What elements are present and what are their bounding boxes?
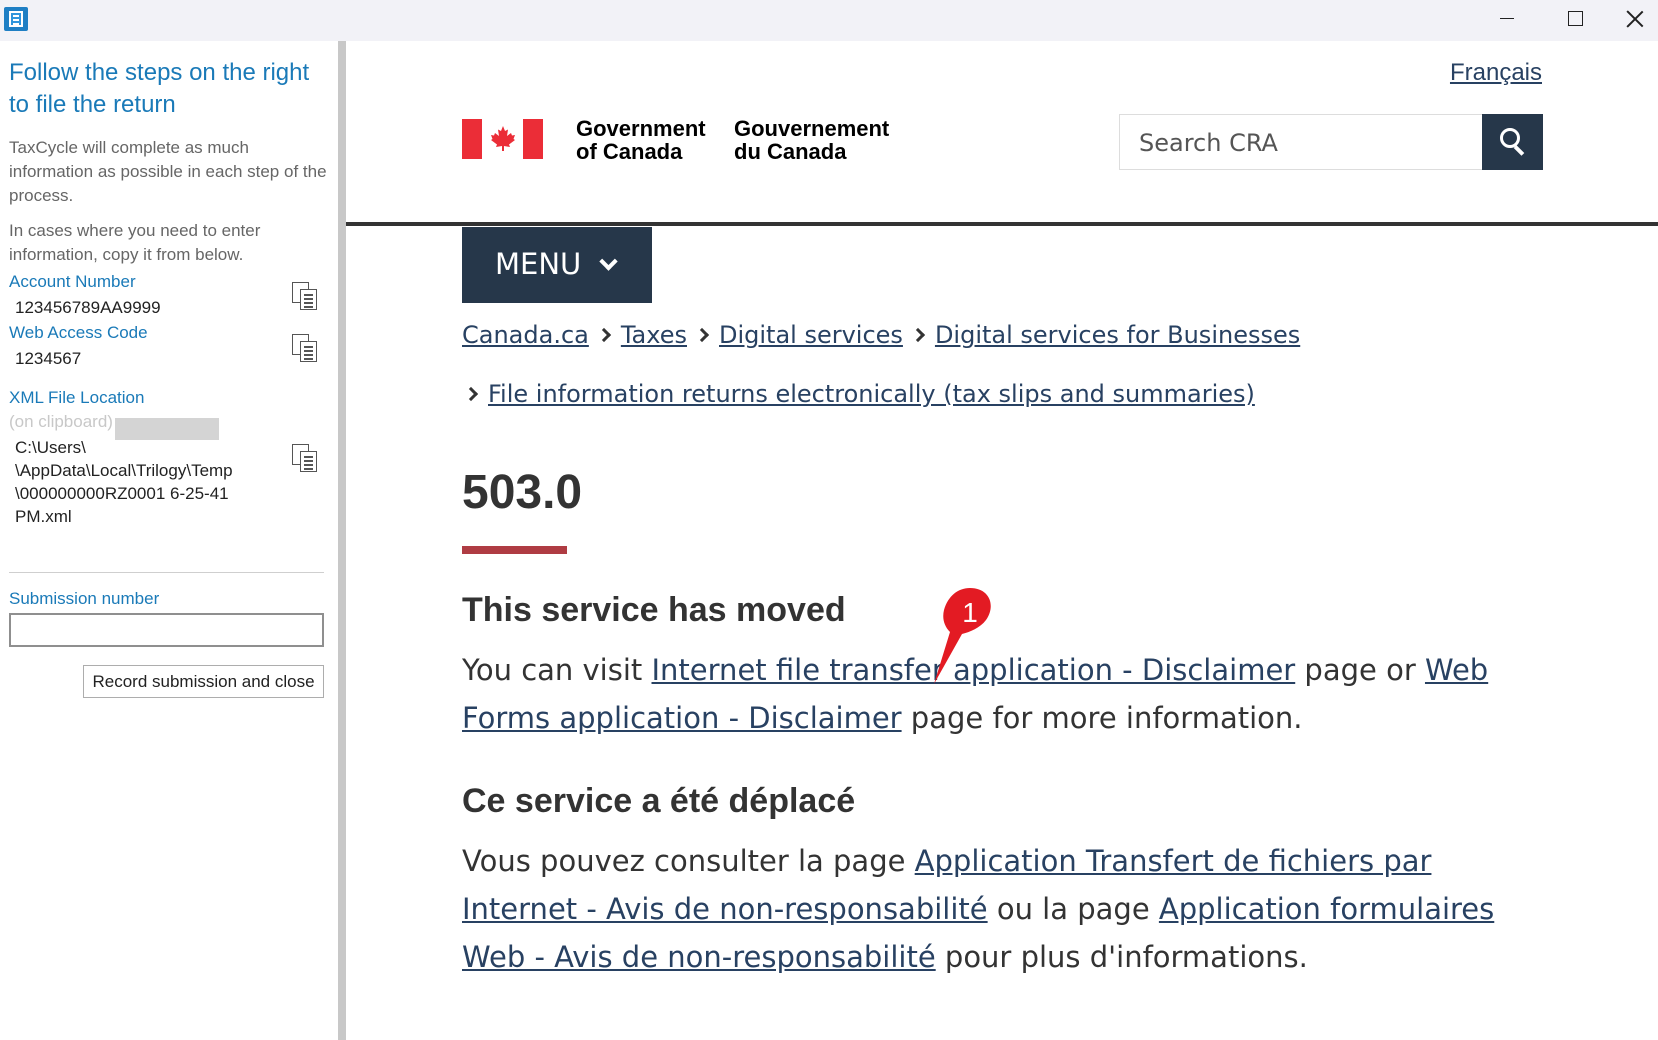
breadcrumb-digital-services-businesses[interactable]: Digital services for Businesses [935, 321, 1300, 349]
xml-file-location-label: XML File Location [9, 388, 145, 407]
header-rule [346, 222, 1658, 226]
chevron-right-icon [910, 327, 926, 343]
close-icon[interactable] [1612, 0, 1658, 38]
intro-text: TaxCycle will complete as much informati… [9, 138, 327, 205]
web-access-code-value: 1234567 [15, 349, 82, 368]
copy-xml-path-icon[interactable] [290, 443, 318, 473]
browser-content: Français Government of Canada Gouverneme… [346, 41, 1658, 1040]
panel-heading: Follow the steps on the right to file th… [9, 59, 310, 118]
french-paragraph: Vous pouvez consulter la page Applicatio… [462, 844, 1495, 974]
search-input[interactable]: Search CRA [1119, 114, 1484, 170]
gouvernement-du-canada-signature[interactable]: Gouvernement du Canada [734, 117, 889, 163]
copy-account-number-icon[interactable] [290, 281, 318, 311]
breadcrumb-second-line: File information returns electronically … [462, 380, 1255, 408]
redacted-username [115, 418, 219, 440]
xml-path-line-4: PM.xml [15, 507, 72, 526]
chevron-down-icon [599, 252, 618, 271]
annotation-pin-icon: 1 [934, 588, 991, 684]
xml-path-line-2: \AppData\Local\Trilogy\Temp [15, 461, 233, 480]
panel-divider [9, 572, 324, 573]
breadcrumb-digital-services[interactable]: Digital services [719, 321, 903, 349]
search-button[interactable] [1482, 114, 1543, 170]
taxcycle-app-icon[interactable] [4, 7, 28, 31]
maximize-icon[interactable] [1552, 0, 1598, 38]
submission-number-input[interactable] [9, 613, 324, 647]
english-paragraph: You can visit Internet file transfer app… [462, 653, 1489, 735]
submission-number-label: Submission number [9, 589, 160, 608]
chevron-right-icon [463, 386, 479, 402]
xml-path-line-3: \000000000RZ0001 6-25-41 [15, 484, 229, 503]
title-bar [0, 0, 1658, 41]
account-number-label: Account Number [9, 272, 136, 291]
minimize-icon[interactable] [1484, 0, 1530, 38]
menu-button[interactable]: MENU [462, 227, 652, 303]
chevron-right-icon [596, 327, 611, 343]
breadcrumb-taxes[interactable]: Taxes [621, 321, 687, 349]
french-heading: Ce service a été déplacé [462, 782, 856, 820]
annotation-number: 1 [962, 597, 978, 628]
record-submission-button[interactable]: Record submission and close [83, 665, 324, 698]
breadcrumb-canada[interactable]: Canada.ca [462, 321, 589, 349]
page-title: 503.0 [462, 466, 583, 519]
panel-splitter[interactable] [338, 41, 346, 1040]
breadcrumb: Canada.ca Taxes Digital services Digital se… [462, 321, 1300, 349]
breadcrumb-file-information-returns[interactable]: File information returns electronically … [488, 380, 1255, 408]
language-toggle-link[interactable]: Français [1450, 59, 1542, 87]
copy-web-access-code-icon[interactable] [290, 333, 318, 363]
chevron-right-icon [694, 327, 710, 343]
title-underline [462, 546, 567, 554]
english-heading: This service has moved [462, 591, 846, 629]
web-access-code-label: Web Access Code [9, 323, 148, 342]
canada-flag-icon [462, 119, 543, 159]
copy-instructions-text: In cases where you need to enter informa… [9, 221, 261, 264]
clipboard-hint: (on clipboard) [9, 412, 113, 431]
government-of-canada-signature[interactable]: Government of Canada [576, 117, 706, 163]
account-number-value: 123456789AA9999 [15, 298, 161, 317]
instructions-panel: Follow the steps on the right to file th… [0, 41, 338, 1040]
xml-path-line-1: C:\Users\ [15, 438, 86, 457]
